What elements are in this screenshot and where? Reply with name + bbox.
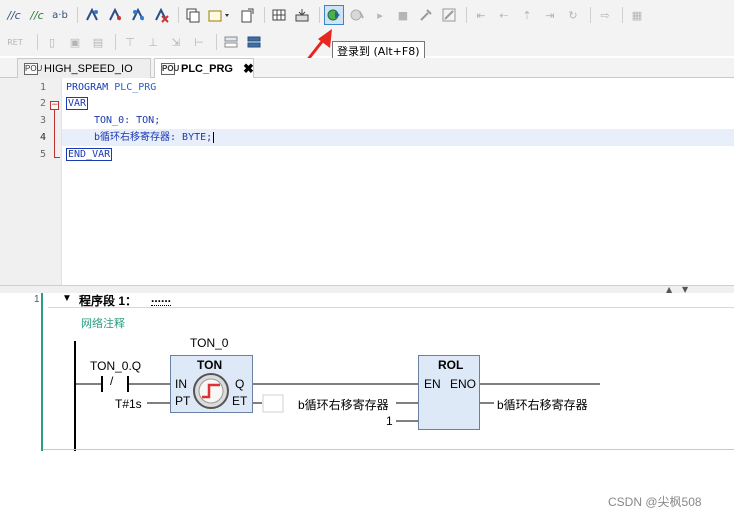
keyword-var: VAR <box>66 97 89 110</box>
toolbar-separator <box>590 7 591 23</box>
line-number: 3 <box>39 115 46 126</box>
toolbar-separator <box>264 7 265 23</box>
keyword-end-var: END_VAR <box>66 148 113 161</box>
toolbar-separator <box>216 34 217 50</box>
flag-minus-icon[interactable] <box>105 5 125 25</box>
stop-icon[interactable]: ■ <box>393 5 413 25</box>
ab-rename-icon[interactable]: a·b <box>50 5 70 25</box>
timer-pt-value[interactable]: T#1s <box>115 397 142 411</box>
line-number: 5 <box>39 149 46 160</box>
device-icon[interactable] <box>292 5 312 25</box>
breakpoint-icon[interactable]: ⇤ <box>471 5 491 25</box>
program-name: PLC_PRG <box>114 82 157 93</box>
pou-icon: POU <box>161 63 180 75</box>
toolbar-separator <box>37 34 38 50</box>
contact-variable[interactable]: TON_0.Q <box>90 359 141 373</box>
step-over-icon[interactable]: ⇠ <box>494 5 514 25</box>
login-tooltip: 登录到 (Alt+F8) <box>332 41 425 59</box>
toolbar-row-1: //c //c a·b ▸ ■ ⇤ ⇠ ⇡ ⇥ ↻ ⇨ ▦ <box>4 3 650 27</box>
line-number: 1 <box>39 82 46 93</box>
tab-plc-prg[interactable]: POU PLC_PRG ✖ <box>154 58 254 79</box>
rol-shift-count[interactable]: 1 <box>386 414 393 428</box>
edit-icon[interactable] <box>439 5 459 25</box>
close-icon[interactable]: ✖ <box>243 61 254 77</box>
flag-plus-icon[interactable] <box>82 5 102 25</box>
logout-icon[interactable] <box>347 5 367 25</box>
parallel-icon[interactable]: ⊥ <box>143 32 163 52</box>
code-line-4: b循环右移寄存器: BYTE; <box>94 129 215 146</box>
keyword-program: PROGRAM <box>66 82 109 93</box>
network-below-icon[interactable] <box>244 32 264 52</box>
run-to-cursor-icon[interactable]: ⇨ <box>595 5 615 25</box>
coil-icon[interactable]: ▣ <box>65 32 85 52</box>
ton-function-block[interactable]: TON IN Q PT ET <box>170 355 253 413</box>
box-icon[interactable]: ▤ <box>88 32 108 52</box>
watermark: CSDN @尖枫508 <box>608 495 702 509</box>
ton-q-pin: Q <box>235 377 245 391</box>
code-line-3: TON_0: TON; <box>94 115 161 126</box>
ton-pt-pin: PT <box>175 394 191 408</box>
network-bottom-border <box>43 449 734 450</box>
timer-clock-icon <box>193 373 229 409</box>
toolbar-separator <box>115 34 116 50</box>
ton-et-pin: ET <box>232 394 248 408</box>
step-into-icon[interactable]: ⇡ <box>517 5 537 25</box>
grid-icon[interactable] <box>269 5 289 25</box>
copy-icon[interactable] <box>183 5 203 25</box>
code-line-5: END_VAR <box>66 146 113 163</box>
fold-line <box>54 110 55 158</box>
editor-tabstrip: POU HIGH_SPEED_IO POU PLC_PRG ✖ <box>0 58 734 79</box>
contact-negation: / <box>110 374 114 388</box>
toolbar-separator <box>319 7 320 23</box>
fold-toggle-icon[interactable]: − <box>50 101 59 110</box>
tab-label: PLC_PRG <box>181 63 233 75</box>
insert-dropdown-icon[interactable] <box>206 5 234 25</box>
contact-icon[interactable]: ▯ <box>42 32 62 52</box>
line-number: 4 <box>39 132 46 143</box>
display-icon[interactable]: ▦ <box>627 5 647 25</box>
label-icon[interactable]: ⊢ <box>189 32 209 52</box>
export-icon[interactable] <box>237 5 257 25</box>
tab-label: HIGH_SPEED_IO <box>44 62 133 75</box>
declaration-editor[interactable]: 1 2 3 4 5 − PROGRAM PLC_PRG VAR TON_0: T… <box>0 78 734 285</box>
flag-clear-icon[interactable] <box>151 5 171 25</box>
line-number: 2 <box>39 98 46 109</box>
ton-in-pin: IN <box>175 377 187 391</box>
toolbar-separator <box>466 7 467 23</box>
toolbar-separator <box>622 7 623 23</box>
code-line-1: PROGRAM PLC_PRG <box>66 79 156 96</box>
step-out-icon[interactable]: ⇥ <box>540 5 560 25</box>
rol-type-label: ROL <box>438 358 464 372</box>
code-line-2: VAR <box>66 95 89 112</box>
toolbar-separator <box>178 7 179 23</box>
cycle-icon[interactable]: ↻ <box>563 5 583 25</box>
return-label: RET <box>7 37 23 47</box>
pou-icon: POU <box>24 62 43 75</box>
return-icon[interactable]: RET <box>0 32 30 52</box>
run-icon[interactable]: ▸ <box>370 5 390 25</box>
flag-toggle-icon[interactable] <box>128 5 148 25</box>
line-number-gutter: 1 2 3 4 5 − <box>0 78 62 285</box>
rol-eno-pin: ENO <box>450 377 477 391</box>
login-icon[interactable] <box>324 5 344 25</box>
rol-output-variable[interactable]: b循环右移寄存器 <box>497 396 588 413</box>
fold-end <box>54 157 60 158</box>
reset-icon[interactable] <box>416 5 436 25</box>
rol-en-pin: EN <box>424 377 441 391</box>
branch-icon[interactable]: ⊤ <box>120 32 140 52</box>
comment-icon[interactable]: //c <box>4 5 24 25</box>
toolbar-row-2: RET ▯ ▣ ▤ ⊤ ⊥ ⇲ ⊢ <box>0 30 267 54</box>
code-line-4-text: b循环右移寄存器: BYTE; <box>94 132 213 143</box>
text-cursor <box>213 132 215 143</box>
tab-high-speed-io[interactable]: POU HIGH_SPEED_IO <box>17 58 151 78</box>
ladder-editor[interactable]: 1 ▼ 程序段 1： ...... 网络注释 / TON_0.Q TON_0 T… <box>0 291 734 518</box>
toolbar-separator <box>77 7 78 23</box>
jump-icon[interactable]: ⇲ <box>166 32 186 52</box>
network-above-icon[interactable] <box>221 32 241 52</box>
uncomment-icon[interactable]: //c <box>27 5 47 25</box>
rol-input-variable[interactable]: b循环右移寄存器 <box>298 396 389 413</box>
ton-type-label: TON <box>197 358 223 372</box>
rol-function-block[interactable]: ROL EN ENO <box>418 355 480 430</box>
timer-instance-name[interactable]: TON_0 <box>190 336 228 350</box>
